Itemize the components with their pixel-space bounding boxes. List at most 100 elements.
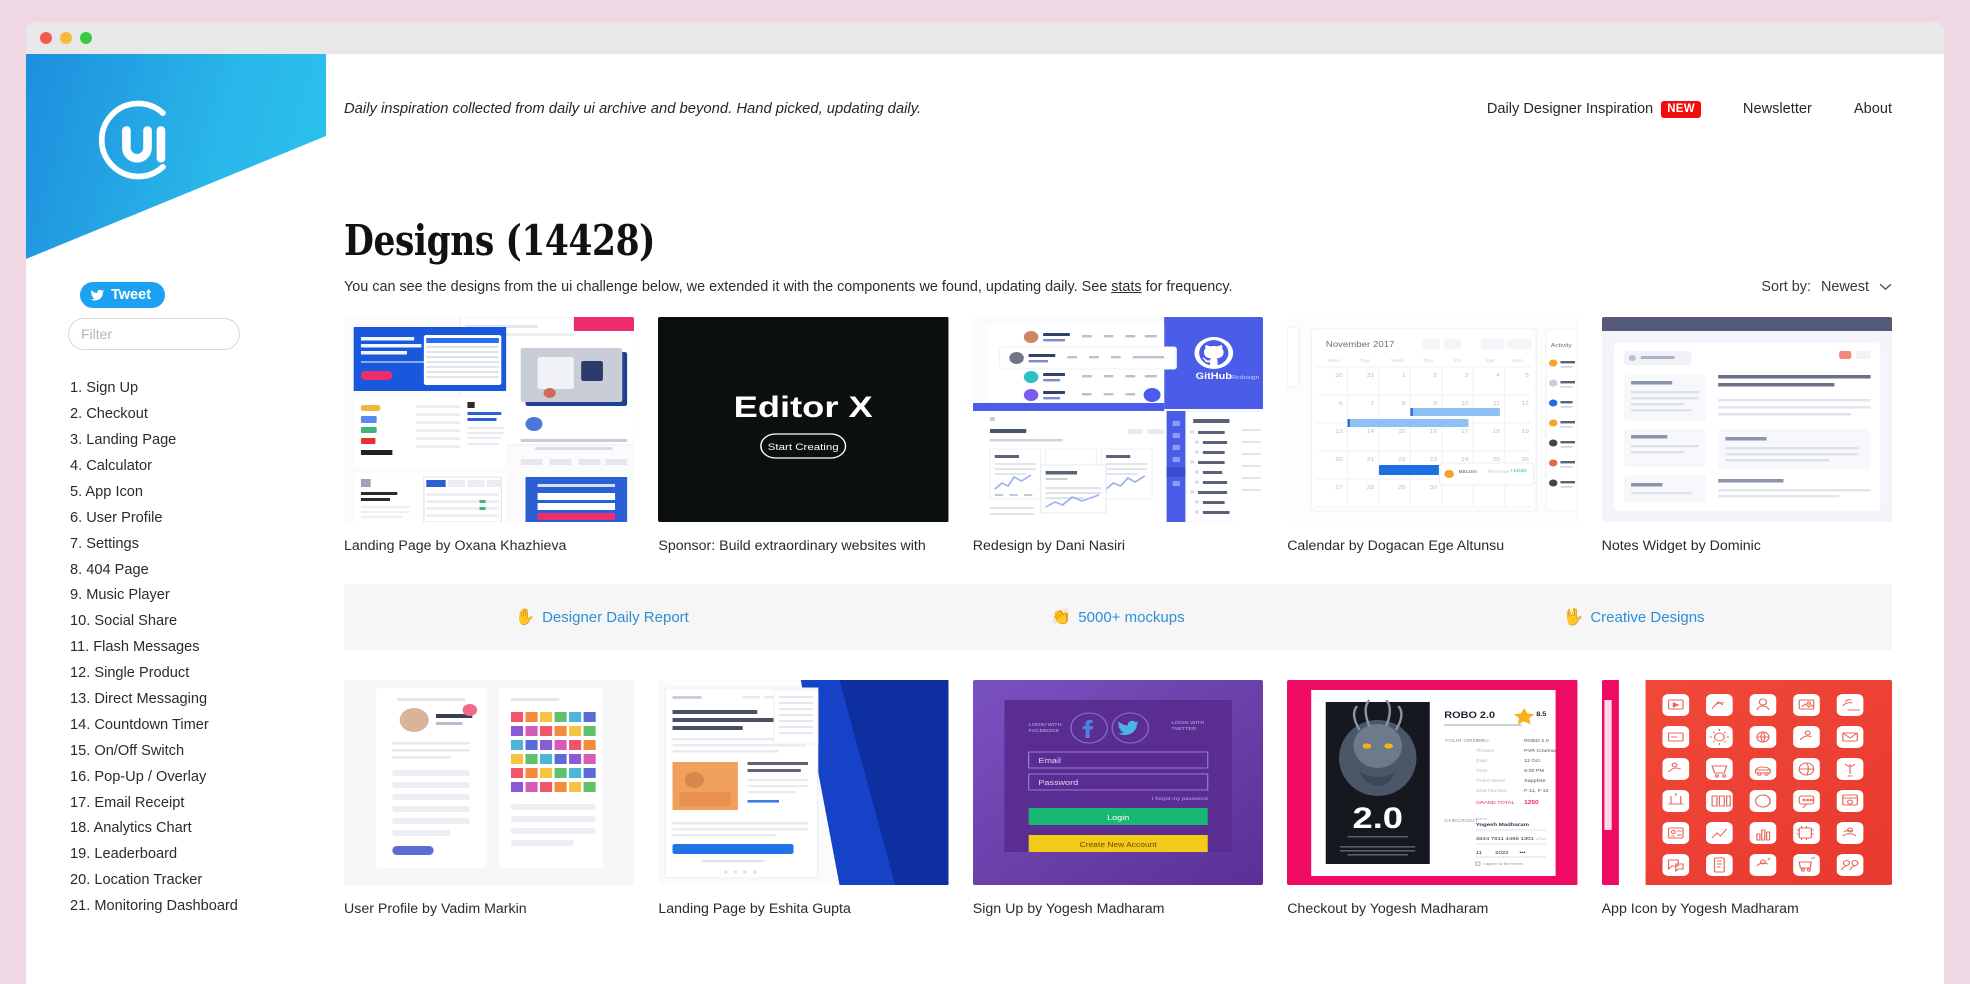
svg-text:18: 18: [1493, 428, 1501, 434]
nav-newsletter[interactable]: Newsletter: [1743, 101, 1812, 117]
svg-text:Fri: Fri: [1454, 358, 1461, 363]
design-thumbnail-landing-blue[interactable]: [344, 317, 635, 522]
tweet-button[interactable]: Tweet: [80, 282, 166, 308]
design-thumbnail-checkout-pink[interactable]: 2.0 ROBO 2.0 8.5 YOUR ORDER Movie Theatr…: [1287, 680, 1578, 885]
sidebar-item-sign-up[interactable]: 1. Sign Up: [70, 376, 320, 402]
sidebar-item-countdown-timer[interactable]: 14. Countdown Timer: [70, 713, 320, 739]
design-card[interactable]: Landing Page by Eshita Gupta: [658, 680, 949, 917]
svg-text:31: 31: [1367, 372, 1375, 378]
svg-text:4844 7811 4466 1301: 4844 7811 4466 1301: [1476, 836, 1534, 841]
filter-input[interactable]: [81, 326, 262, 342]
svg-text:Revenue: Revenue: [1488, 469, 1510, 474]
svg-text:17: 17: [1461, 428, 1469, 434]
svg-text:ROBO 2.0: ROBO 2.0: [1524, 738, 1549, 743]
nav-about[interactable]: About: [1854, 101, 1892, 117]
svg-text:26: 26: [1522, 456, 1530, 462]
filter-search-box[interactable]: [68, 318, 262, 350]
sidebar-item-leaderboard[interactable]: 19. Leaderboard: [70, 842, 320, 868]
stats-link[interactable]: stats: [1111, 279, 1141, 295]
design-card[interactable]: November 2017 Mon Tue Wed Thu Fri Sat Sun: [1287, 317, 1578, 554]
design-thumbnail-signup-purple[interactable]: LOGIN WITH FACEBOOK LOGIN WITH TWITTER E…: [972, 680, 1264, 885]
sidebar-item-checkout[interactable]: 2. Checkout: [70, 402, 320, 428]
sidebar-item-analytics-chart[interactable]: 18. Analytics Chart: [70, 816, 320, 842]
svg-text:14: 14: [1367, 428, 1375, 434]
design-thumbnail-landing-white[interactable]: [658, 680, 949, 885]
sidebar-item-location-tracker[interactable]: 20. Location Tracker: [70, 868, 320, 894]
sidebar-item-music-player[interactable]: 9. Music Player: [70, 583, 320, 609]
page-subtitle: You can see the designs from the ui chal…: [344, 279, 1233, 295]
signup-forgot-label: I forgot my password: [1152, 796, 1208, 801]
svg-text:16: 16: [1430, 428, 1438, 434]
design-thumbnail-app-icons[interactable]: [1601, 680, 1892, 885]
design-card[interactable]: Notes Widget by Dominic: [1601, 317, 1892, 554]
svg-text:27: 27: [1335, 484, 1343, 490]
design-card[interactable]: App Icon by Yogesh Madharam: [1601, 680, 1892, 917]
editor-x-title: Editor X: [734, 391, 873, 424]
svg-text:12 Oct: 12 Oct: [1524, 758, 1540, 763]
svg-text:21: 21: [1367, 456, 1375, 462]
svg-text:3: 3: [1465, 372, 1469, 378]
svg-text:GRAND TOTAL: GRAND TOTAL: [1476, 800, 1515, 805]
promo-label: Designer Daily Report: [542, 608, 689, 626]
design-card[interactable]: 2.0 ROBO 2.0 8.5 YOUR ORDER Movie Theatr…: [1287, 680, 1578, 917]
sidebar-item-flash-messages[interactable]: 11. Flash Messages: [70, 635, 320, 661]
design-card[interactable]: LOGIN WITH FACEBOOK LOGIN WITH TWITTER E…: [972, 680, 1264, 917]
window-titlebar: [26, 22, 1944, 54]
promo-link-creative-designs[interactable]: 🖖 Creative Designs: [1563, 607, 1704, 627]
minimize-window-button[interactable]: [60, 32, 72, 44]
sidebar-item-on-off-switch[interactable]: 15. On/Off Switch: [70, 738, 320, 764]
main-content: Daily inspiration collected from daily u…: [326, 54, 1944, 984]
svg-text:6:00 PM: 6:00 PM: [1524, 768, 1544, 773]
design-card[interactable]: GitHub Redesign Redesign by Dani Nasiri: [972, 317, 1264, 554]
design-card[interactable]: Landing Page by Oxana Khazhieva: [344, 317, 635, 554]
design-card[interactable]: Editor X Start Creating Sponsor: Build e…: [658, 317, 949, 554]
design-thumbnail-user-profile[interactable]: [344, 680, 635, 885]
tweet-label: Tweet: [111, 287, 152, 303]
svg-text:I agree to the terms: I agree to the terms: [1483, 861, 1523, 866]
svg-text:LOGIN WITH: LOGIN WITH: [1171, 720, 1204, 725]
svg-text:Wed: Wed: [1391, 358, 1403, 363]
close-window-button[interactable]: [40, 32, 52, 44]
sort-by-control[interactable]: Sort by: Newest: [1761, 279, 1892, 295]
svg-text:29: 29: [1398, 484, 1406, 490]
svg-text:11: 11: [1476, 850, 1482, 855]
sidebar-item-calculator[interactable]: 4. Calculator: [70, 454, 320, 480]
svg-text:Ticket Name: Ticket Name: [1476, 778, 1506, 783]
promo-link-mockups[interactable]: 👏 5000+ mockups: [1051, 607, 1184, 627]
nav-daily-designer-inspiration[interactable]: Daily Designer Inspiration NEW: [1487, 100, 1701, 118]
design-thumbnail-editor-x[interactable]: Editor X Start Creating: [658, 317, 949, 522]
checkout-poster-title: 2.0: [1353, 802, 1403, 835]
sidebar-item-app-icon[interactable]: 5. App Icon: [70, 480, 320, 506]
design-caption: Notes Widget by Dominic: [1601, 538, 1761, 554]
design-caption: Checkout by Yogesh Madharam: [1287, 901, 1489, 917]
sidebar-item-social-share[interactable]: 10. Social Share: [70, 609, 320, 635]
sidebar-item-monitoring-dashboard[interactable]: 21. Monitoring Dashboard: [70, 894, 320, 920]
design-caption: Sponsor: Build extraordinary websites wi…: [658, 538, 926, 554]
editor-x-button-label: Start Creating: [768, 442, 839, 453]
sidebar-item-pop-up-overlay[interactable]: 16. Pop-Up / Overlay: [70, 764, 320, 790]
design-card[interactable]: User Profile by Vadim Markin: [344, 680, 635, 917]
sidebar-item-single-product[interactable]: 12. Single Product: [70, 661, 320, 687]
svg-text:1: 1: [1402, 372, 1406, 378]
sidebar-item-settings[interactable]: 7. Settings: [70, 531, 320, 557]
promo-link-designer-daily-report[interactable]: ✋ Designer Daily Report: [515, 607, 689, 627]
sidebar-item-404-page[interactable]: 8. 404 Page: [70, 557, 320, 583]
svg-text:Name: Name: [1476, 816, 1488, 821]
svg-text:Tue: Tue: [1360, 358, 1370, 363]
design-thumbnail-github-redesign[interactable]: GitHub Redesign: [972, 317, 1264, 522]
design-thumbnail-notes-widget[interactable]: [1601, 317, 1892, 522]
design-caption: Redesign by Dani Nasiri: [972, 538, 1125, 554]
top-bar: Daily inspiration collected from daily u…: [326, 54, 1944, 164]
sidebar-item-user-profile[interactable]: 6. User Profile: [70, 505, 320, 531]
design-thumbnail-calendar[interactable]: November 2017 Mon Tue Wed Thu Fri Sat Sun: [1287, 317, 1578, 522]
svg-text:30: 30: [1335, 372, 1343, 378]
svg-text:+1040: +1040: [1510, 468, 1527, 473]
maximize-window-button[interactable]: [80, 32, 92, 44]
sidebar-item-email-receipt[interactable]: 17. Email Receipt: [70, 790, 320, 816]
svg-text:19: 19: [1522, 428, 1530, 434]
github-sub: Redesign: [1231, 374, 1259, 380]
design-caption: User Profile by Vadim Markin: [344, 901, 527, 917]
sidebar-item-direct-messaging[interactable]: 13. Direct Messaging: [70, 687, 320, 713]
designs-grid-row-2: User Profile by Vadim Markin Landing Pag…: [344, 680, 1892, 917]
sidebar-item-landing-page[interactable]: 3. Landing Page: [70, 428, 320, 454]
